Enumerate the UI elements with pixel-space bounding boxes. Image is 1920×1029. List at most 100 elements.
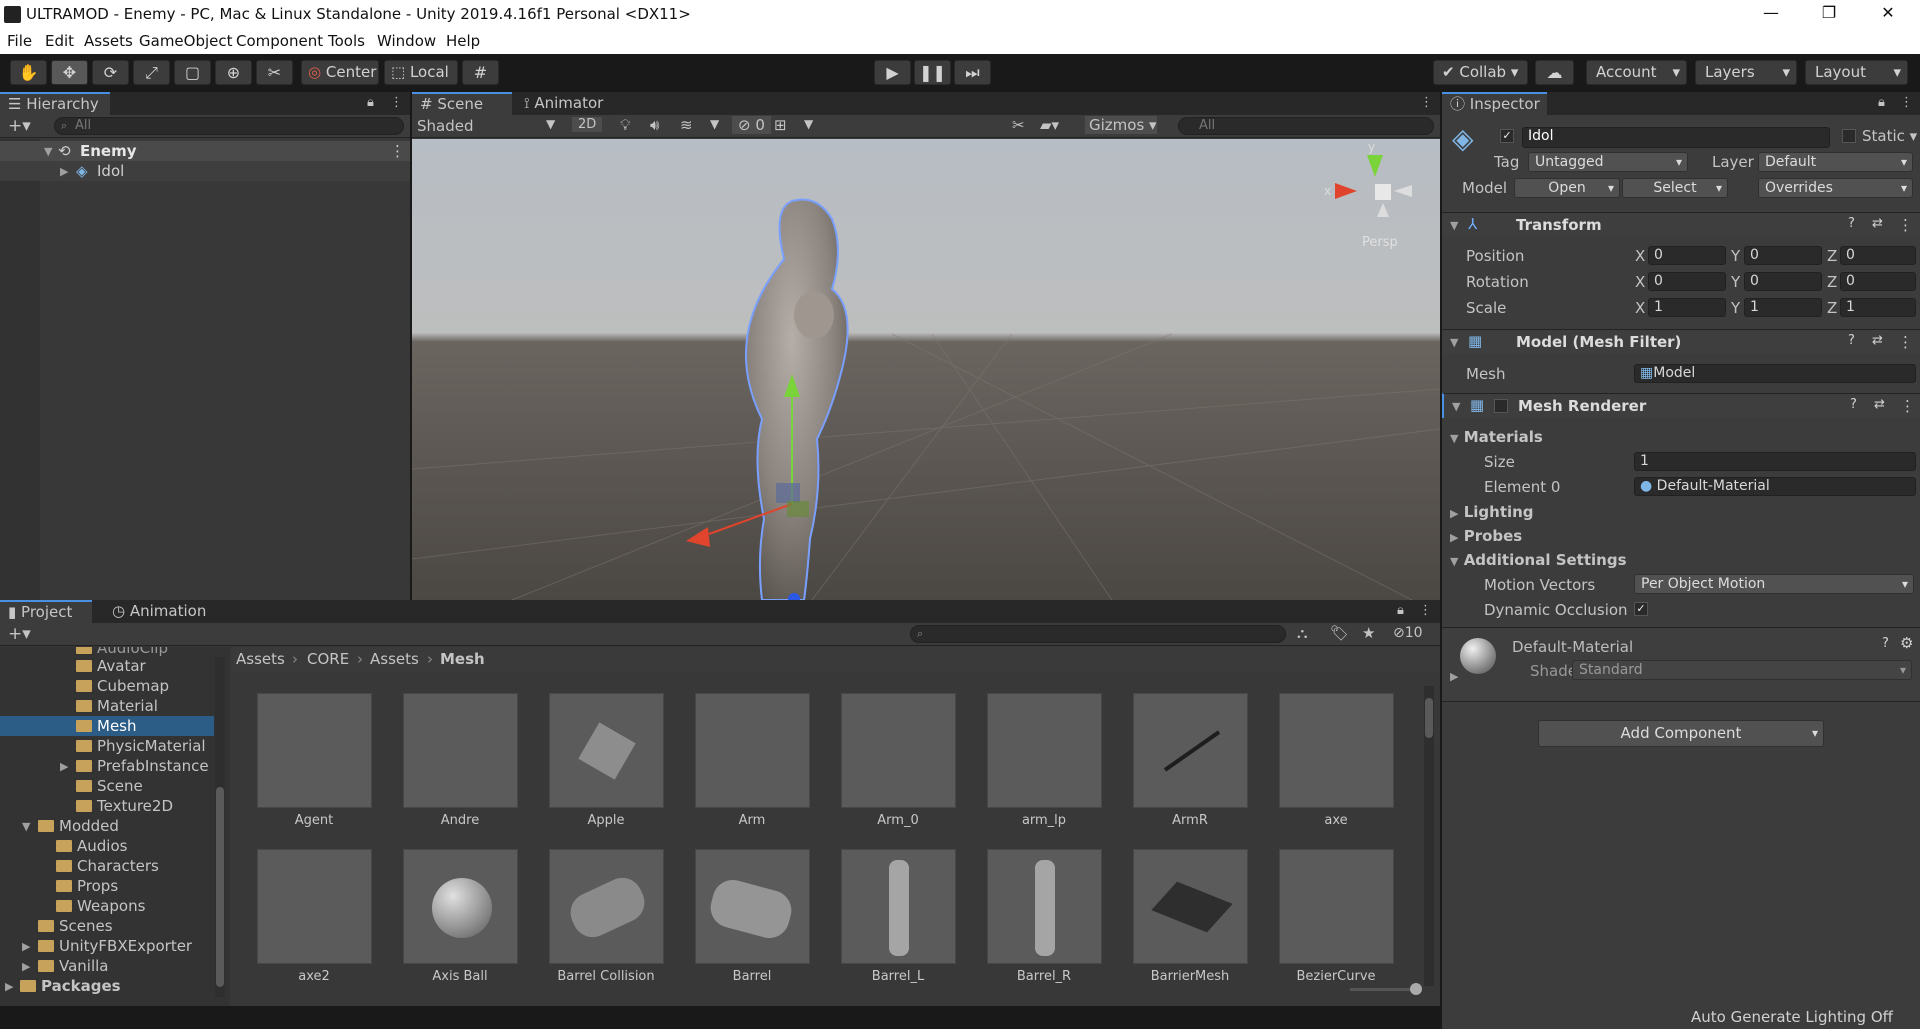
scale-tool-icon[interactable]: ⤢ bbox=[133, 60, 170, 85]
zoom-slider-thumb[interactable] bbox=[1410, 983, 1422, 995]
rect-tool-icon[interactable]: ▢ bbox=[174, 60, 211, 85]
cloud-icon[interactable]: ☁ bbox=[1535, 60, 1574, 85]
folder-scenes[interactable]: Scenes bbox=[38, 917, 113, 935]
model-open-button[interactable]: Open bbox=[1514, 178, 1620, 198]
tab-animation[interactable]: ◷ Animation bbox=[104, 600, 214, 623]
tab-hierarchy[interactable]: ☰ Hierarchy bbox=[0, 92, 110, 115]
effects-dropdown-icon[interactable]: ▼ bbox=[710, 117, 719, 131]
scene-menu-icon[interactable]: ⋮ bbox=[1420, 95, 1433, 110]
tab-project[interactable]: ▮ Project bbox=[0, 600, 92, 623]
hand-tool-icon[interactable]: ✋ bbox=[10, 60, 47, 85]
grid-scrollbar[interactable] bbox=[1424, 686, 1434, 986]
project-lock-icon[interactable]: 🔒︎ bbox=[1397, 603, 1404, 618]
component-menu-icon[interactable]: ⋮ bbox=[1900, 397, 1915, 415]
step-button[interactable]: ⏭ bbox=[954, 60, 991, 85]
static-checkbox[interactable] bbox=[1842, 129, 1856, 143]
shader-dropdown[interactable]: Standard bbox=[1572, 660, 1912, 680]
menu-assets[interactable]: Assets bbox=[84, 32, 133, 50]
additional-settings-foldout[interactable]: ▼ Additional Settings bbox=[1450, 551, 1627, 569]
scale-z-field[interactable]: 1 bbox=[1840, 298, 1916, 317]
layers-dropdown[interactable]: Layers ▾ bbox=[1695, 60, 1797, 85]
folder-cubemap[interactable]: Cubemap bbox=[76, 677, 169, 695]
hierarchy-item-idol[interactable]: ▶ ◈ Idol bbox=[0, 161, 410, 181]
panel-menu-icon[interactable]: ⋮ bbox=[390, 95, 403, 110]
position-z-field[interactable]: 0 bbox=[1840, 246, 1916, 265]
menu-help[interactable]: Help bbox=[446, 32, 480, 50]
material-help-icon[interactable]: ? bbox=[1882, 636, 1889, 651]
breadcrumb-mesh[interactable]: Mesh bbox=[440, 650, 485, 668]
lighting-toggle-icon[interactable]: 💡︎ bbox=[620, 116, 631, 134]
menu-file[interactable]: File bbox=[7, 32, 32, 50]
project-menu-icon[interactable]: ⋮ bbox=[1419, 603, 1432, 618]
play-button[interactable]: ▶ bbox=[874, 60, 911, 85]
inspector-menu-icon[interactable]: ⋮ bbox=[1900, 95, 1913, 110]
mesh-renderer-header[interactable]: ▼ ▦ Mesh Renderer ? ⇄ ⋮ bbox=[1442, 393, 1920, 418]
move-tool-icon[interactable]: ✥ bbox=[51, 60, 88, 85]
folder-physicmaterial[interactable]: PhysicMaterial bbox=[76, 737, 206, 755]
favorites-icon[interactable]: ★ bbox=[1362, 624, 1375, 642]
create-plus-icon[interactable]: +▾ bbox=[8, 116, 31, 136]
breadcrumb-assets[interactable]: Assets bbox=[236, 650, 285, 668]
close-icon[interactable]: ✕ bbox=[1868, 3, 1908, 25]
material-settings-icon[interactable]: ⚙ bbox=[1900, 634, 1913, 652]
layout-dropdown[interactable]: Layout ▾ bbox=[1805, 60, 1908, 85]
mesh-filter-header[interactable]: ▼ ▦ Model (Mesh Filter) ? ⇄ ⋮ bbox=[1442, 329, 1920, 354]
tools-icon[interactable]: ✂ bbox=[1012, 116, 1025, 134]
dynamic-occlusion-checkbox[interactable]: ✓ bbox=[1634, 602, 1648, 616]
breadcrumb-assets-sub[interactable]: Assets bbox=[370, 650, 419, 668]
element0-object-field[interactable]: ● Default-Material bbox=[1634, 477, 1916, 496]
hidden-objects-toggle[interactable]: ⊘ 0 bbox=[732, 116, 771, 134]
tree-scrollbar[interactable] bbox=[215, 657, 225, 997]
menu-gameobject[interactable]: GameObject bbox=[139, 32, 233, 50]
hierarchy-scene-row[interactable]: ▼ ⟲ Enemy ⋮ bbox=[0, 141, 410, 161]
component-menu-icon[interactable]: ⋮ bbox=[1898, 333, 1913, 351]
folder-modded[interactable]: Modded bbox=[38, 817, 119, 835]
help-icon[interactable]: ? bbox=[1848, 216, 1855, 231]
scale-y-field[interactable]: 1 bbox=[1744, 298, 1822, 317]
tab-scene[interactable]: # Scene bbox=[412, 92, 512, 115]
add-component-button[interactable]: Add Component bbox=[1538, 720, 1824, 747]
custom-tool-icon[interactable]: ✂ bbox=[256, 60, 293, 85]
menu-edit[interactable]: Edit bbox=[45, 32, 74, 50]
folder-characters[interactable]: Characters bbox=[56, 857, 159, 875]
transform-tool-icon[interactable]: ⊕ bbox=[215, 60, 252, 85]
folder-packages[interactable]: Packages bbox=[20, 977, 121, 995]
folder-unityfbxexporter[interactable]: UnityFBXExporter bbox=[38, 937, 192, 955]
project-create-icon[interactable]: +▾ bbox=[8, 624, 31, 644]
materials-foldout[interactable]: ▼ Materials bbox=[1450, 428, 1543, 446]
overrides-dropdown[interactable]: Overrides bbox=[1758, 178, 1913, 198]
scene-search-input[interactable]: All bbox=[1178, 117, 1434, 135]
hierarchy-search-input[interactable]: All bbox=[54, 117, 404, 135]
preset-icon[interactable]: ⇄ bbox=[1872, 333, 1883, 348]
position-x-field[interactable]: 0 bbox=[1648, 246, 1726, 265]
inspector-lock-icon[interactable]: 🔒︎ bbox=[1878, 95, 1885, 110]
folder-props[interactable]: Props bbox=[56, 877, 118, 895]
help-icon[interactable]: ? bbox=[1848, 333, 1855, 348]
rotate-tool-icon[interactable]: ⟳ bbox=[92, 60, 129, 85]
folder-mesh[interactable]: Mesh bbox=[76, 717, 137, 735]
static-label[interactable]: Static ▾ bbox=[1862, 127, 1917, 145]
effects-toggle-icon[interactable]: ≋ bbox=[680, 116, 693, 134]
audio-toggle-icon[interactable]: 🔊︎ bbox=[650, 116, 659, 134]
probes-foldout[interactable]: ▶ Probes bbox=[1450, 527, 1522, 545]
folder-prefabinstance[interactable]: PrefabInstance bbox=[76, 757, 209, 775]
snap-grid-icon[interactable]: # bbox=[462, 60, 499, 85]
search-by-type-icon[interactable]: ⛬ bbox=[1297, 624, 1308, 642]
minimize-icon[interactable]: — bbox=[1751, 3, 1791, 25]
lighting-foldout[interactable]: ▶ Lighting bbox=[1450, 503, 1534, 521]
folder-texture2d[interactable]: Texture2D bbox=[76, 797, 173, 815]
shading-mode-dropdown[interactable]: Shaded bbox=[417, 117, 474, 135]
account-dropdown[interactable]: Account ▾ bbox=[1586, 60, 1687, 85]
project-search-input[interactable] bbox=[910, 625, 1286, 643]
folder-audios[interactable]: Audios bbox=[56, 837, 127, 855]
preset-icon[interactable]: ⇄ bbox=[1874, 397, 1885, 412]
grid-toggle-icon[interactable]: ⊞ bbox=[774, 116, 787, 134]
position-y-field[interactable]: 0 bbox=[1744, 246, 1822, 265]
menu-tools[interactable]: Tools bbox=[328, 32, 365, 50]
scale-x-field[interactable]: 1 bbox=[1648, 298, 1726, 317]
help-icon[interactable]: ? bbox=[1850, 397, 1857, 412]
folder-scene[interactable]: Scene bbox=[76, 777, 143, 795]
object-name-field[interactable]: Idol bbox=[1522, 127, 1830, 148]
hidden-packages-toggle[interactable]: ⊘10 bbox=[1393, 625, 1423, 641]
search-by-label-icon[interactable]: 🏷︎ bbox=[1330, 624, 1349, 642]
